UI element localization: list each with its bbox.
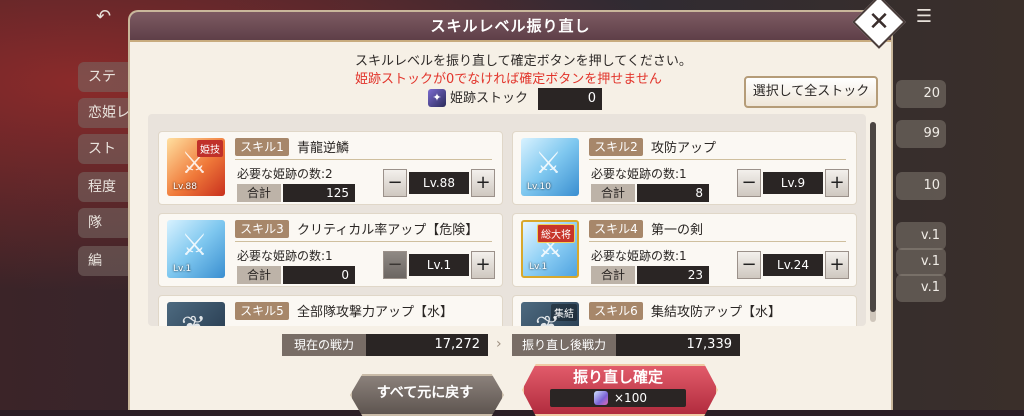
divider xyxy=(235,159,492,160)
level-stepper: − Lv.88 + xyxy=(383,169,495,197)
level-plus-button[interactable]: + xyxy=(825,169,849,197)
skill-name: 攻防アップ xyxy=(651,141,717,156)
skill-reset-dialog: スキルレベル振り直し スキルレベルを振り直して確定ボタンを押してください。 姫跡… xyxy=(128,10,893,416)
stock-label: 姫跡ストック xyxy=(450,91,529,106)
total-label: 合計 xyxy=(237,184,281,202)
skill-icon[interactable]: ⚔ Lv.1 xyxy=(167,220,225,278)
skill-name: クリティカル率アップ【危険】 xyxy=(297,223,479,238)
level-plus-button[interactable]: + xyxy=(471,251,495,279)
instruction-text: スキルレベルを振り直して確定ボタンを押してください。 xyxy=(355,54,692,69)
stock-value: 0 xyxy=(538,88,602,110)
bg-value: 99 xyxy=(896,120,946,148)
level-stepper: − Lv.1 + xyxy=(383,251,495,279)
total-label: 合計 xyxy=(237,266,281,284)
confirm-cost: ×100 xyxy=(550,389,686,407)
skill-slot-label: スキル4 xyxy=(589,220,643,238)
close-icon: ✕ xyxy=(868,6,890,37)
level-plus-button[interactable]: + xyxy=(825,251,849,279)
stock-counter: ✦ 姫跡ストック 0 xyxy=(428,88,602,110)
stock-icon: ✦ xyxy=(428,89,446,107)
required-points: 必要な姫跡の数:2 xyxy=(237,167,333,181)
bg-value: 20 xyxy=(896,80,946,108)
total-value: 125 xyxy=(283,184,355,202)
skill-name: 第一の剣 xyxy=(651,223,704,238)
reset-all-label[interactable]: すべて元に戻す xyxy=(350,374,500,412)
skill-slot-label: スキル6 xyxy=(589,302,643,320)
total-label: 合計 xyxy=(591,184,635,202)
bg-value: v.1 xyxy=(896,248,946,276)
dialog-title: スキルレベル振り直し xyxy=(430,17,591,35)
icon-level: Lv.10 xyxy=(527,182,551,192)
skill-card: ⚔ Lv.1 スキル3 クリティカル率アップ【危険】 必要な姫跡の数:1 合計 … xyxy=(158,213,503,287)
skill-icon[interactable]: ⚔ Lv.10 xyxy=(521,138,579,196)
level-minus-button[interactable]: − xyxy=(737,251,761,279)
skill-slot-label: スキル5 xyxy=(235,302,289,320)
level-value: Lv.1 xyxy=(409,254,469,276)
required-points: 必要な姫跡の数:1 xyxy=(591,249,687,263)
butterfly-icon: ❦ xyxy=(181,310,206,326)
skill-card: ⚔ 姫技 Lv.88 スキル1 青龍逆鱗 必要な姫跡の数:2 合計 125 − … xyxy=(158,131,503,205)
level-value: Lv.24 xyxy=(763,254,823,276)
skill-card: ❦ スキル5 全部隊攻撃力アップ【水】 xyxy=(158,295,503,326)
bg-value: v.1 xyxy=(896,274,946,302)
cost-label: ×100 xyxy=(614,391,647,405)
divider xyxy=(235,241,492,242)
skill-icon[interactable]: 集結 ❦ xyxy=(521,302,579,326)
butterfly-icon: ❦ xyxy=(535,310,560,326)
skill-name: 全部隊攻撃力アップ【水】 xyxy=(297,305,454,320)
gem-icon xyxy=(594,391,608,405)
level-stepper: − Lv.9 + xyxy=(737,169,849,197)
level-plus-button[interactable]: + xyxy=(471,169,495,197)
skill-slot-label: スキル2 xyxy=(589,138,643,156)
arrow-right-icon: › xyxy=(496,336,502,352)
total-label: 合計 xyxy=(591,266,635,284)
level-value: Lv.9 xyxy=(763,172,823,194)
level-minus-button[interactable]: − xyxy=(383,169,407,197)
skill-list-scrollbar[interactable] xyxy=(870,122,876,322)
icon-level: Lv.1 xyxy=(529,262,548,272)
skill-tag: 総大将 xyxy=(537,224,575,243)
skill-icon[interactable]: ❦ xyxy=(167,302,225,326)
menu-icon: ☰ xyxy=(915,6,932,27)
current-power-value: 17,272 xyxy=(366,334,488,356)
bg-value: v.1 xyxy=(896,222,946,250)
skill-icon[interactable]: ⚔ 総大将 Lv.1 xyxy=(521,220,579,278)
skill-slot-label: スキル3 xyxy=(235,220,289,238)
skill-name: 集結攻防アップ【水】 xyxy=(651,305,782,320)
skill-card: ⚔ 総大将 Lv.1 スキル4 第一の剣 必要な姫跡の数:1 合計 23 − L… xyxy=(512,213,857,287)
skill-name: 青龍逆鱗 xyxy=(297,141,350,156)
total-value: 0 xyxy=(283,266,355,284)
after-power-value: 17,339 xyxy=(616,334,740,356)
level-stepper: − Lv.24 + xyxy=(737,251,849,279)
skill-card: ⚔ Lv.10 スキル2 攻防アップ 必要な姫跡の数:1 合計 8 − Lv.9… xyxy=(512,131,857,205)
required-points: 必要な姫跡の数:1 xyxy=(591,167,687,181)
select-all-stock-button[interactable]: 選択して全ストック xyxy=(744,76,878,108)
skill-slot-label: スキル1 xyxy=(235,138,289,156)
icon-level: Lv.88 xyxy=(173,182,197,192)
sword-icon: ⚔ xyxy=(535,146,562,181)
divider xyxy=(589,241,846,242)
skill-list-panel[interactable]: ⚔ 姫技 Lv.88 スキル1 青龍逆鱗 必要な姫跡の数:2 合計 125 − … xyxy=(148,114,866,326)
bg-value: 10 xyxy=(896,172,946,200)
current-power-label: 現在の戦力 xyxy=(282,334,366,356)
icon-level: Lv.1 xyxy=(173,264,192,274)
skill-card: 集結 ❦ スキル6 集結攻防アップ【水】 xyxy=(512,295,857,326)
level-value: Lv.88 xyxy=(409,172,469,194)
after-power-label: 振り直し後戦力 xyxy=(512,334,616,356)
total-value: 8 xyxy=(637,184,709,202)
required-points: 必要な姫跡の数:1 xyxy=(237,249,333,263)
confirm-reset-label[interactable]: 振り直し確定 xyxy=(522,366,714,387)
sword-icon: ⚔ xyxy=(181,228,208,263)
level-minus-button[interactable]: − xyxy=(383,251,407,279)
divider xyxy=(589,159,846,160)
level-minus-button[interactable]: − xyxy=(737,169,761,197)
skill-icon[interactable]: ⚔ 姫技 Lv.88 xyxy=(167,138,225,196)
back-arrow-icon: ↶ xyxy=(96,6,112,27)
skill-tag: 姫技 xyxy=(197,140,223,157)
total-value: 23 xyxy=(637,266,709,284)
